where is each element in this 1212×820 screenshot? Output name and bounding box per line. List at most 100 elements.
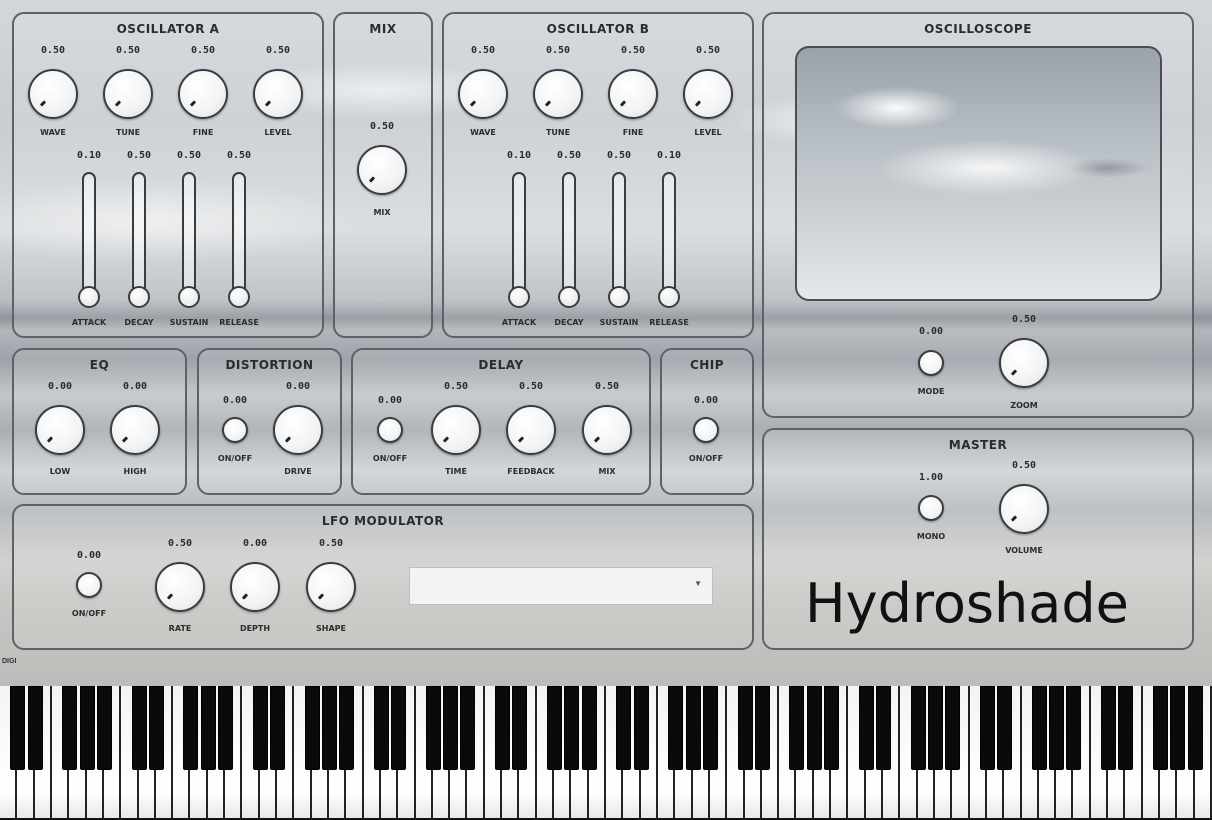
distortion-toggle-button[interactable] <box>222 417 248 443</box>
black-key[interactable] <box>927 686 943 770</box>
black-key[interactable] <box>252 686 268 770</box>
black-key[interactable] <box>200 686 216 770</box>
piano-keyboard[interactable] <box>0 686 1212 820</box>
black-key[interactable] <box>218 686 234 770</box>
slider-thumb[interactable] <box>128 286 150 308</box>
slider-thumb[interactable] <box>178 286 200 308</box>
black-key[interactable] <box>1049 686 1065 770</box>
osc-a-fine-knob[interactable] <box>178 69 228 119</box>
osc-a-sustain-slider[interactable] <box>178 172 200 308</box>
black-key[interactable] <box>1066 686 1082 770</box>
black-key[interactable] <box>633 686 649 770</box>
black-key[interactable] <box>858 686 874 770</box>
lfo-rate-knob[interactable] <box>155 562 205 612</box>
osc-a-attack-slider[interactable] <box>78 172 100 308</box>
knob-indicator <box>619 100 627 107</box>
osc-b-release-slider[interactable] <box>658 172 680 308</box>
black-key[interactable] <box>512 686 528 770</box>
black-key[interactable] <box>1153 686 1169 770</box>
black-key[interactable] <box>443 686 459 770</box>
oscilloscope-zoom-knob[interactable] <box>999 338 1049 388</box>
black-key[interactable] <box>737 686 753 770</box>
black-key[interactable] <box>425 686 441 770</box>
lfo-toggle-button[interactable] <box>76 572 102 598</box>
slider-thumb[interactable] <box>508 286 530 308</box>
osc-a-tune-knob[interactable] <box>103 69 153 119</box>
slider-thumb[interactable] <box>608 286 630 308</box>
black-key[interactable] <box>148 686 164 770</box>
black-key[interactable] <box>806 686 822 770</box>
osc-a-wave-knob[interactable] <box>28 69 78 119</box>
eq-low-knob[interactable] <box>35 405 85 455</box>
slider-thumb[interactable] <box>78 286 100 308</box>
black-key[interactable] <box>616 686 632 770</box>
slider-thumb[interactable] <box>558 286 580 308</box>
black-key[interactable] <box>304 686 320 770</box>
black-key[interactable] <box>754 686 770 770</box>
black-key[interactable] <box>96 686 112 770</box>
osc-a-release-slider[interactable] <box>228 172 250 308</box>
mix-knob[interactable] <box>357 145 407 195</box>
osc-b-attack-slider[interactable] <box>508 172 530 308</box>
black-key[interactable] <box>1187 686 1203 770</box>
oscilloscope-mode-button[interactable] <box>918 350 944 376</box>
osc-b-wave-knob[interactable] <box>458 69 508 119</box>
black-key[interactable] <box>270 686 286 770</box>
brand-logo-text: Hydroshade <box>805 572 1129 635</box>
osc-b-fine-knob[interactable] <box>608 69 658 119</box>
eq-high-knob[interactable] <box>110 405 160 455</box>
black-key[interactable] <box>79 686 95 770</box>
black-key[interactable] <box>10 686 26 770</box>
button-label: ON/OFF <box>71 609 107 618</box>
black-key[interactable] <box>460 686 476 770</box>
black-key[interactable] <box>564 686 580 770</box>
knob-value: 0.50 <box>1011 460 1037 471</box>
delay-mix-knob[interactable] <box>582 405 632 455</box>
black-key[interactable] <box>668 686 684 770</box>
black-key[interactable] <box>876 686 892 770</box>
black-key[interactable] <box>1170 686 1186 770</box>
osc-b-decay-slider[interactable] <box>558 172 580 308</box>
black-key[interactable] <box>495 686 511 770</box>
lfo-target-dropdown[interactable]: ▼ <box>409 567 713 605</box>
delay-time-knob[interactable] <box>431 405 481 455</box>
black-key[interactable] <box>1101 686 1117 770</box>
chip-toggle-button[interactable] <box>693 417 719 443</box>
master-volume-knob[interactable] <box>999 484 1049 534</box>
black-key[interactable] <box>789 686 805 770</box>
delay-feedback-knob[interactable] <box>506 405 556 455</box>
black-key[interactable] <box>183 686 199 770</box>
black-key[interactable] <box>391 686 407 770</box>
black-key[interactable] <box>824 686 840 770</box>
black-key[interactable] <box>131 686 147 770</box>
master-mono-button[interactable] <box>918 495 944 521</box>
knob-indicator <box>46 436 54 443</box>
black-key[interactable] <box>27 686 43 770</box>
black-key[interactable] <box>685 686 701 770</box>
black-key[interactable] <box>910 686 926 770</box>
osc-b-sustain-slider[interactable] <box>608 172 630 308</box>
delay-toggle-button[interactable] <box>377 417 403 443</box>
black-key[interactable] <box>1031 686 1047 770</box>
slider-value: 0.10 <box>506 150 532 161</box>
slider-thumb[interactable] <box>228 286 250 308</box>
osc-a-level-knob[interactable] <box>253 69 303 119</box>
black-key[interactable] <box>321 686 337 770</box>
osc-b-level-knob[interactable] <box>683 69 733 119</box>
lfo-depth-knob[interactable] <box>230 562 280 612</box>
osc-a-decay-slider[interactable] <box>128 172 150 308</box>
black-key[interactable] <box>997 686 1013 770</box>
lfo-shape-knob[interactable] <box>306 562 356 612</box>
black-key[interactable] <box>373 686 389 770</box>
black-key[interactable] <box>62 686 78 770</box>
black-key[interactable] <box>547 686 563 770</box>
black-key[interactable] <box>979 686 995 770</box>
black-key[interactable] <box>339 686 355 770</box>
black-key[interactable] <box>1118 686 1134 770</box>
black-key[interactable] <box>581 686 597 770</box>
distortion-drive-knob[interactable] <box>273 405 323 455</box>
slider-thumb[interactable] <box>658 286 680 308</box>
osc-b-tune-knob[interactable] <box>533 69 583 119</box>
black-key[interactable] <box>702 686 718 770</box>
black-key[interactable] <box>945 686 961 770</box>
